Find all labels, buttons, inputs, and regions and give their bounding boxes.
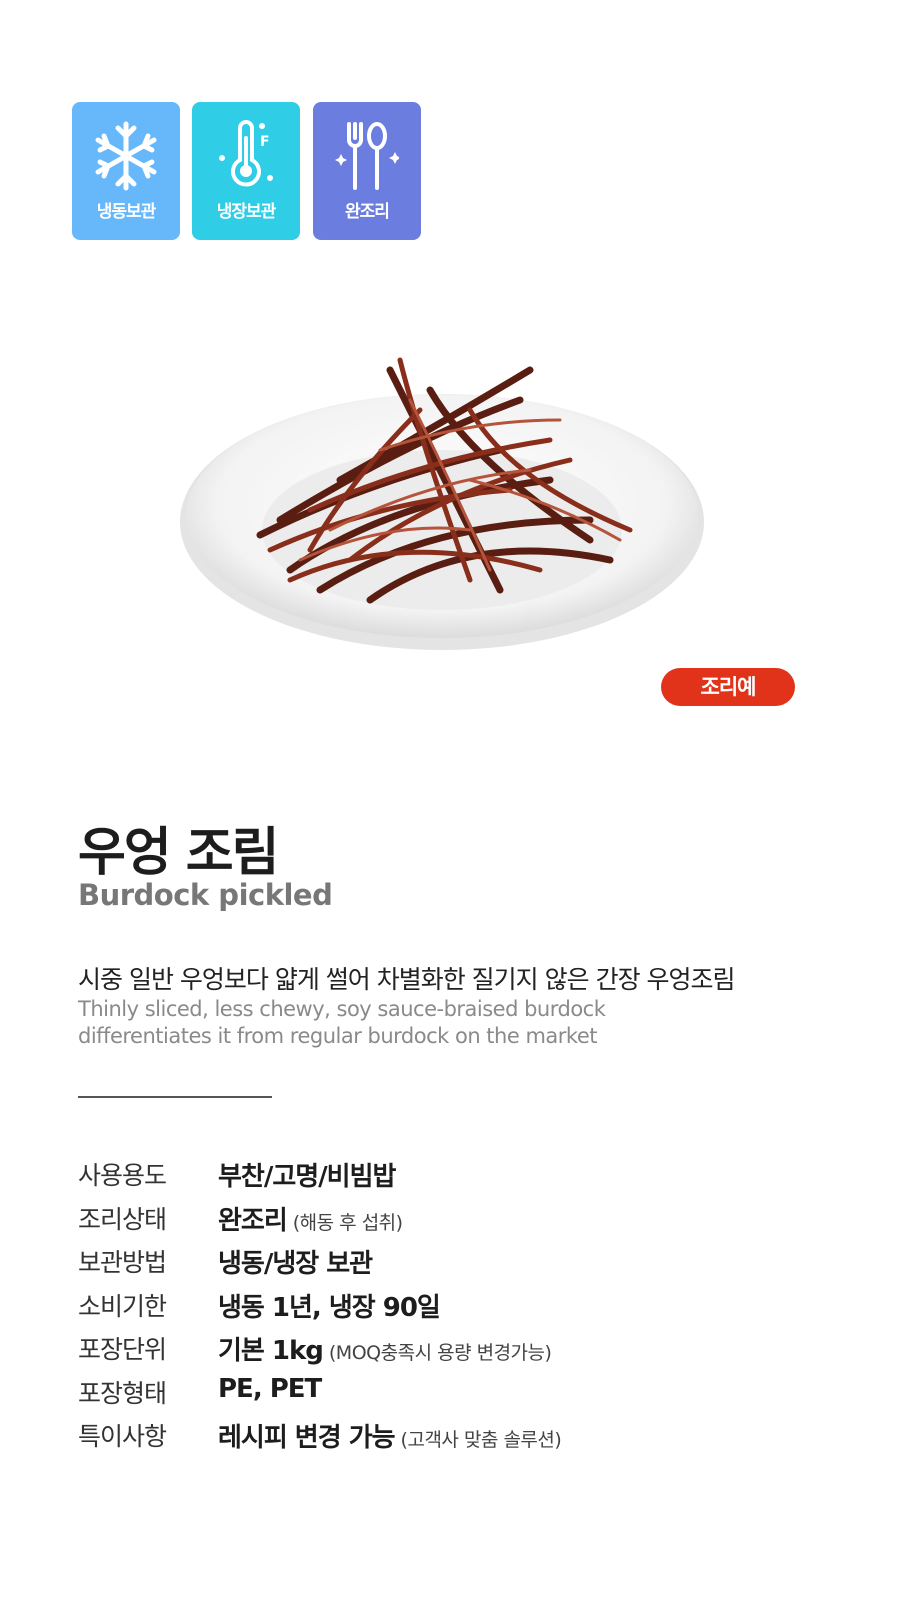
spec-value: 레시피 변경 가능 (고객사 맞춤 솔루션) (218, 1423, 562, 1453)
spec-note: (고객사 맞춤 솔루션) (400, 1429, 562, 1451)
svg-text:F: F (260, 134, 270, 150)
spec-key: 포장형태 (78, 1378, 167, 1408)
spec-key: 사용용도 (78, 1161, 167, 1190)
divider (78, 1096, 272, 1098)
spec-value: 완조리 (해동 후 섭취) (218, 1205, 403, 1236)
spec-value: PE, PET (218, 1373, 322, 1404)
product-description: 시중 일반 우엉보다 얇게 썰어 차별화한 질기지 않은 간장 우엉조림 (78, 965, 736, 994)
snowflake-icon (95, 121, 157, 191)
spec-value: 부찬/고명/비빔밥 (218, 1162, 396, 1192)
spec-key: 조리상태 (78, 1204, 167, 1234)
badge-label: 냉장보관 (216, 202, 277, 222)
product-title: 우엉 조림 (78, 823, 279, 883)
spec-key: 보관방법 (78, 1248, 167, 1277)
spec-key: 특이사항 (78, 1422, 167, 1451)
spec-value: 기본 1kg (MOQ충족시 용량 변경가능) (218, 1336, 552, 1366)
spec-key: 포장단위 (78, 1335, 167, 1364)
cooking-example-tag: 조리예 (661, 668, 795, 706)
food-image (180, 357, 704, 650)
badge-frozen-storage: 냉동보관 (72, 102, 180, 240)
spec-note: (해동 후 섭취) (292, 1211, 403, 1234)
spec-key: 소비기한 (78, 1291, 167, 1321)
fork-spoon-icon (335, 122, 399, 190)
spec-value: 냉동 1년, 냉장 90일 (218, 1292, 441, 1323)
spec-note: (MOQ충족시 용량 변경가능) (328, 1342, 552, 1364)
product-title-english: Burdock pickled (78, 878, 333, 912)
badge-label: 냉동보관 (96, 202, 157, 222)
spec-value: 냉동/냉장 보관 (218, 1249, 373, 1279)
badge-label: 완조리 (345, 202, 390, 222)
badge-refrigerated-storage: F 냉장보관 (192, 102, 300, 240)
product-description-english: Thinly sliced, less chewy, soy sauce-bra… (78, 997, 606, 1048)
badge-fully-cooked: 완조리 (313, 102, 421, 240)
thermometer-icon: F (219, 120, 273, 187)
